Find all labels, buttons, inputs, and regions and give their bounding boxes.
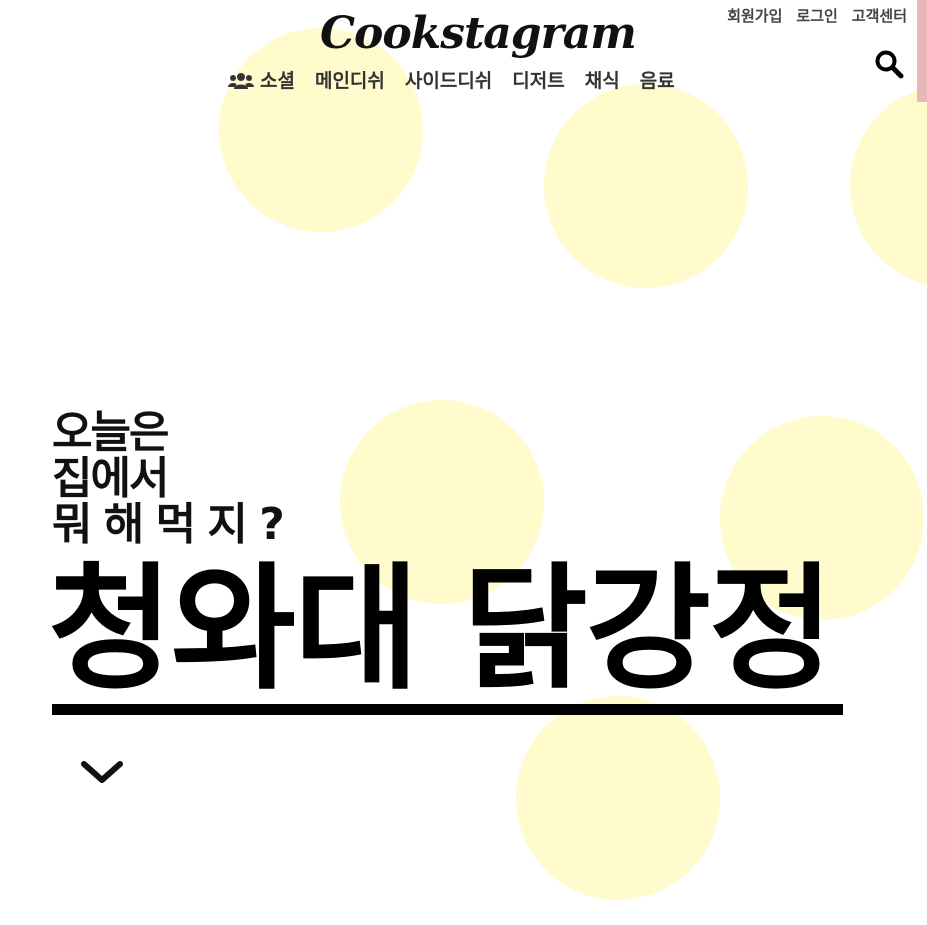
nav-item-main-dish[interactable]: 메인디쉬 bbox=[315, 68, 385, 94]
background-dot bbox=[516, 696, 720, 900]
nav-item-side-dish[interactable]: 사이드디쉬 bbox=[405, 68, 492, 94]
nav-item-drinks[interactable]: 음료 bbox=[640, 68, 675, 94]
background-dot bbox=[544, 84, 748, 288]
nav-item-label: 소셜 bbox=[260, 70, 295, 92]
nav-item-label: 채식 bbox=[584, 70, 620, 92]
nav-item-dessert[interactable]: 디저트 bbox=[512, 68, 564, 94]
nav-item-label: 메인디쉬 bbox=[314, 70, 385, 92]
main-nav: 소셜 메인디쉬 사이드디쉬 디저트 채식 음료 bbox=[228, 68, 675, 94]
chevron-down-icon bbox=[81, 761, 123, 783]
hero-subtitle-line: 뭐 해 먹 지 ? bbox=[52, 499, 285, 550]
page: Cookstagram 회원가입 로그인 고객센터 소셜 메인디쉬 사이드디쉬 … bbox=[0, 0, 927, 925]
site-logo[interactable]: Cookstagram bbox=[320, 4, 637, 64]
login-link[interactable]: 로그인 bbox=[796, 6, 837, 26]
hero-title: 청와대 닭강정 bbox=[48, 551, 834, 709]
hero-subtitle: 오늘은 집에서 뭐 해 먹 지 ? bbox=[52, 407, 285, 550]
hero-subtitle-line: 오늘은 bbox=[52, 407, 169, 458]
scrollbar-thumb[interactable] bbox=[917, 0, 927, 102]
utility-nav: 회원가입 로그인 고객센터 bbox=[727, 6, 907, 26]
scroll-down-button[interactable] bbox=[80, 756, 124, 790]
hero-title-underline bbox=[52, 704, 843, 715]
search-button[interactable] bbox=[873, 48, 905, 80]
signup-link[interactable]: 회원가입 bbox=[727, 6, 782, 26]
nav-item-social[interactable]: 소셜 bbox=[228, 68, 295, 94]
customer-center-link[interactable]: 고객센터 bbox=[852, 6, 907, 26]
hero-subtitle-line: 집에서 bbox=[52, 453, 169, 504]
users-icon bbox=[228, 73, 254, 89]
nav-item-label: 음료 bbox=[639, 70, 675, 92]
nav-item-label: 사이드디쉬 bbox=[404, 70, 493, 92]
nav-item-vegetarian[interactable]: 채식 bbox=[585, 68, 620, 94]
nav-item-label: 디저트 bbox=[512, 70, 565, 92]
background-dot bbox=[850, 84, 927, 288]
search-icon bbox=[875, 50, 904, 79]
